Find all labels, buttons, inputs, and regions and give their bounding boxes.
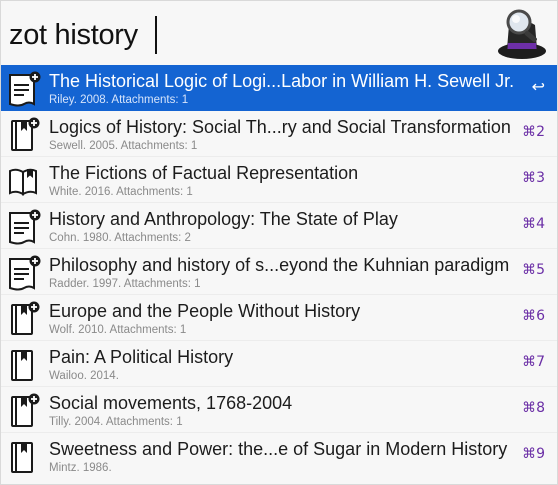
command-shortcut: ⌘5 bbox=[522, 262, 545, 278]
result-title: Sweetness and Power: the...e of Sugar in… bbox=[49, 439, 508, 459]
result-title: Philosophy and history of s...eyond the … bbox=[49, 255, 510, 275]
result-subtitle: Riley. 2008. Attachments: 1 bbox=[49, 94, 189, 106]
book-icon bbox=[11, 442, 33, 473]
results-list: The Historical Logic of Logi...Labor in … bbox=[1, 65, 557, 479]
command-shortcut: ⌘2 bbox=[522, 124, 545, 140]
result-subtitle: Sewell. 2005. Attachments: 1 bbox=[49, 140, 198, 152]
return-key-shortcut: ↩ bbox=[531, 77, 545, 96]
result-row[interactable]: History and Anthropology: The State of P… bbox=[1, 203, 557, 249]
result-subtitle: Wailoo. 2014. bbox=[49, 370, 119, 382]
result-row[interactable]: Logics of History: Social Th...ry and So… bbox=[1, 111, 557, 157]
command-shortcut: ⌘4 bbox=[522, 216, 545, 232]
text-caret bbox=[155, 16, 157, 54]
result-row[interactable]: Sweetness and Power: the...e of Sugar in… bbox=[1, 433, 557, 479]
search-bar bbox=[1, 1, 557, 65]
command-shortcut: ⌘9 bbox=[522, 446, 545, 462]
book-icon bbox=[11, 393, 40, 427]
journal-article-icon bbox=[9, 71, 41, 107]
command-shortcut: ⌘7 bbox=[522, 354, 545, 370]
alfred-launcher-window: The Historical Logic of Logi...Labor in … bbox=[0, 0, 558, 485]
result-row[interactable]: The Fictions of Factual Representation W… bbox=[1, 157, 557, 203]
result-subtitle: Radder. 1997. Attachments: 1 bbox=[49, 278, 201, 290]
alfred-hat-magnifier-icon bbox=[498, 9, 546, 59]
book-section-icon bbox=[9, 168, 37, 196]
result-row[interactable]: The Historical Logic of Logi...Labor in … bbox=[1, 65, 557, 111]
result-title: Europe and the People Without History bbox=[49, 301, 361, 321]
result-row[interactable]: Social movements, 1768-2004 Tilly. 2004.… bbox=[1, 387, 557, 433]
result-subtitle: Cohn. 1980. Attachments: 2 bbox=[49, 232, 191, 244]
result-row[interactable]: Philosophy and history of s...eyond the … bbox=[1, 249, 557, 295]
command-shortcut: ⌘3 bbox=[522, 170, 545, 186]
result-title: History and Anthropology: The State of P… bbox=[49, 209, 398, 229]
command-shortcut: ⌘8 bbox=[522, 400, 545, 416]
command-shortcut: ⌘6 bbox=[522, 308, 545, 324]
result-row[interactable]: Pain: A Political History Wailoo. 2014. … bbox=[1, 341, 557, 387]
book-icon bbox=[11, 350, 33, 381]
result-subtitle: Tilly. 2004. Attachments: 1 bbox=[49, 416, 183, 428]
result-subtitle: Wolf. 2010. Attachments: 1 bbox=[49, 324, 187, 336]
book-icon bbox=[11, 301, 40, 335]
result-subtitle: White. 2016. Attachments: 1 bbox=[49, 186, 193, 198]
result-title: The Fictions of Factual Representation bbox=[49, 163, 359, 183]
journal-article-icon bbox=[9, 255, 41, 291]
result-title: Pain: A Political History bbox=[49, 347, 234, 367]
book-icon bbox=[11, 117, 40, 151]
result-title: Social movements, 1768-2004 bbox=[49, 393, 293, 413]
result-title: The Historical Logic of Logi...Labor in … bbox=[49, 71, 515, 91]
result-subtitle: Mintz. 1986. bbox=[49, 462, 112, 474]
result-row[interactable]: Europe and the People Without History Wo… bbox=[1, 295, 557, 341]
journal-article-icon bbox=[9, 209, 41, 245]
search-input[interactable] bbox=[9, 13, 479, 57]
result-title: Logics of History: Social Th...ry and So… bbox=[49, 117, 511, 137]
